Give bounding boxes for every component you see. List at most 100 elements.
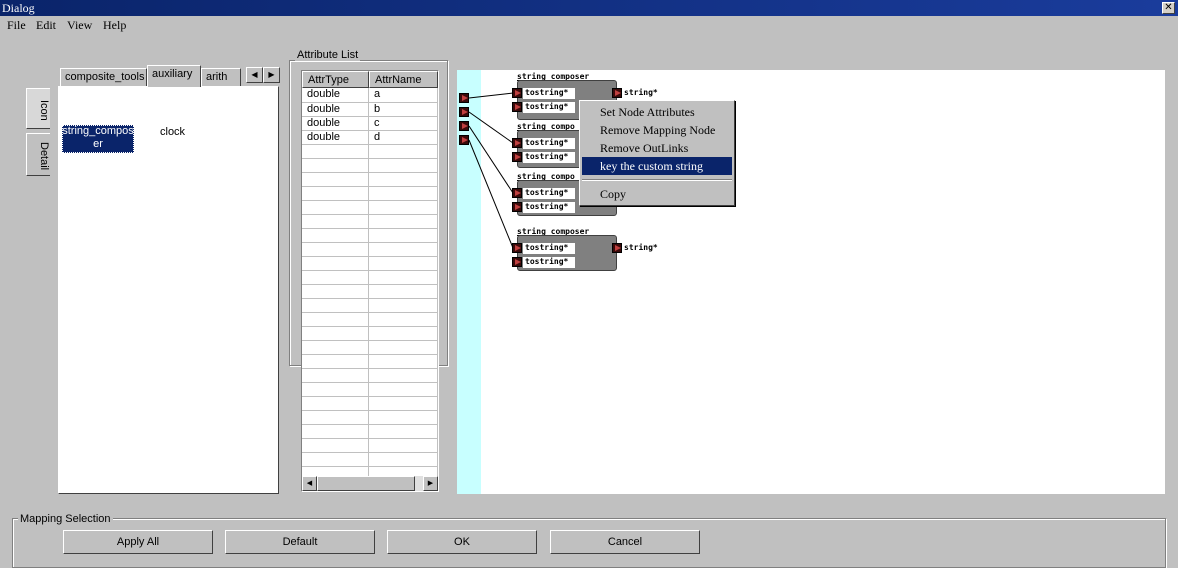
source-port-icon[interactable]	[459, 121, 469, 131]
cancel-button[interactable]: Cancel	[550, 530, 700, 554]
table-row[interactable]	[302, 438, 438, 453]
table-row[interactable]: double b	[302, 102, 438, 117]
attr-type-cell	[302, 312, 370, 327]
table-row[interactable]	[302, 214, 438, 229]
table-row[interactable]	[302, 186, 438, 201]
attr-name-cell	[368, 186, 438, 201]
tab-composite-tools[interactable]: composite_tools	[60, 68, 147, 87]
attr-type-cell	[302, 382, 370, 397]
horizontal-scrollbar[interactable]: ◀ ▶	[302, 476, 438, 491]
default-button[interactable]: Default	[225, 530, 375, 554]
tab-scroll-right-button[interactable]: ▶	[263, 67, 280, 83]
input-port-icon[interactable]	[512, 138, 522, 148]
input-port-icon[interactable]	[512, 202, 522, 212]
input-port-label: tostring*	[523, 188, 575, 199]
context-menu-item[interactable]: Set Node Attributes	[582, 103, 732, 121]
output-port-icon[interactable]	[612, 88, 622, 98]
menu-edit[interactable]: Edit	[36, 18, 56, 33]
attr-name-cell	[368, 228, 438, 243]
menu-help[interactable]: Help	[103, 18, 126, 33]
source-port-icon[interactable]	[459, 135, 469, 145]
table-row[interactable]	[302, 284, 438, 299]
mapping-canvas[interactable]: string composer tostring* tostring* stri…	[457, 70, 1165, 494]
attr-name-cell	[368, 368, 438, 383]
column-attrname[interactable]: AttrName	[369, 71, 438, 88]
attr-type-cell	[302, 298, 370, 313]
input-port-icon[interactable]	[512, 188, 522, 198]
attr-type-cell	[302, 242, 370, 257]
attr-type-cell	[302, 410, 370, 425]
input-port-icon[interactable]	[512, 243, 522, 253]
table-row[interactable]	[302, 312, 438, 327]
context-menu-item[interactable]: key the custom string	[582, 157, 732, 175]
mapping-selection-label: Mapping Selection	[18, 513, 113, 525]
table-row[interactable]	[302, 452, 438, 467]
attr-type-cell	[302, 158, 370, 173]
input-port-icon[interactable]	[512, 102, 522, 112]
tab-scroll-left-button[interactable]: ◀	[246, 67, 263, 83]
attribute-list-label: Attribute List	[295, 49, 361, 61]
scroll-left-button[interactable]: ◀	[302, 476, 317, 491]
attr-name-cell: c	[368, 116, 438, 131]
table-row[interactable]	[302, 228, 438, 243]
attr-type-cell	[302, 424, 370, 439]
table-row[interactable]	[302, 382, 438, 397]
ok-button[interactable]: OK	[387, 530, 537, 554]
menu-view[interactable]: View	[67, 18, 92, 33]
context-menu-item[interactable]: Copy	[582, 185, 732, 203]
table-row[interactable]	[302, 340, 438, 355]
table-row[interactable]	[302, 298, 438, 313]
scroll-right-button[interactable]: ▶	[423, 476, 438, 491]
close-button[interactable]: ✕	[1162, 2, 1175, 14]
table-row[interactable]	[302, 410, 438, 425]
attr-name-cell: a	[368, 88, 438, 103]
source-port-icon[interactable]	[459, 107, 469, 117]
attr-type-cell	[302, 144, 370, 159]
input-port-label: tostring*	[523, 102, 575, 113]
context-menu-item[interactable]: Remove OutLinks	[582, 139, 732, 157]
column-attrtype[interactable]: AttrType	[302, 71, 369, 88]
palette-item-clock[interactable]: clock	[160, 126, 185, 138]
table-row[interactable]	[302, 424, 438, 439]
attr-type-cell	[302, 452, 370, 467]
output-port-icon[interactable]	[612, 243, 622, 253]
attr-name-cell	[368, 354, 438, 369]
tab-arith[interactable]: arith	[201, 68, 241, 87]
attr-name-cell	[368, 312, 438, 327]
attr-name-cell	[368, 172, 438, 187]
link-line	[468, 125, 514, 194]
input-port-icon[interactable]	[512, 257, 522, 267]
tab-auxiliary[interactable]: auxiliary	[147, 65, 201, 87]
table-row[interactable]	[302, 172, 438, 187]
palette-item-string-composer[interactable]: string_compos er	[62, 125, 134, 153]
table-row[interactable]	[302, 256, 438, 271]
table-row[interactable]	[302, 200, 438, 215]
attr-type-cell	[302, 396, 370, 411]
table-row[interactable]	[302, 270, 438, 285]
table-row[interactable]	[302, 396, 438, 411]
input-port-icon[interactable]	[512, 152, 522, 162]
source-port-icon[interactable]	[459, 93, 469, 103]
side-tab-detail[interactable]: Detail	[26, 133, 50, 176]
attr-type-cell	[302, 200, 370, 215]
side-tab-icon[interactable]: Icon	[26, 88, 50, 129]
table-row[interactable]	[302, 368, 438, 383]
table-row[interactable]	[302, 242, 438, 257]
link-line	[468, 111, 514, 144]
context-menu-item[interactable]: Remove Mapping Node	[582, 121, 732, 139]
input-port-icon[interactable]	[512, 88, 522, 98]
menu-file[interactable]: File	[7, 18, 26, 33]
table-row[interactable]: double d	[302, 130, 438, 145]
table-row[interactable]	[302, 326, 438, 341]
input-port-label: tostring*	[523, 257, 575, 268]
table-row[interactable]	[302, 158, 438, 173]
table-row[interactable]: double c	[302, 116, 438, 131]
table-row[interactable]	[302, 354, 438, 369]
attr-type-cell	[302, 438, 370, 453]
table-row[interactable]	[302, 144, 438, 159]
palette-panel: string_compos er clock	[58, 86, 279, 494]
scroll-thumb[interactable]	[317, 476, 415, 491]
attr-type-cell: double	[302, 102, 370, 117]
apply-all-button[interactable]: Apply All	[63, 530, 213, 554]
table-row[interactable]: double a	[302, 88, 438, 103]
